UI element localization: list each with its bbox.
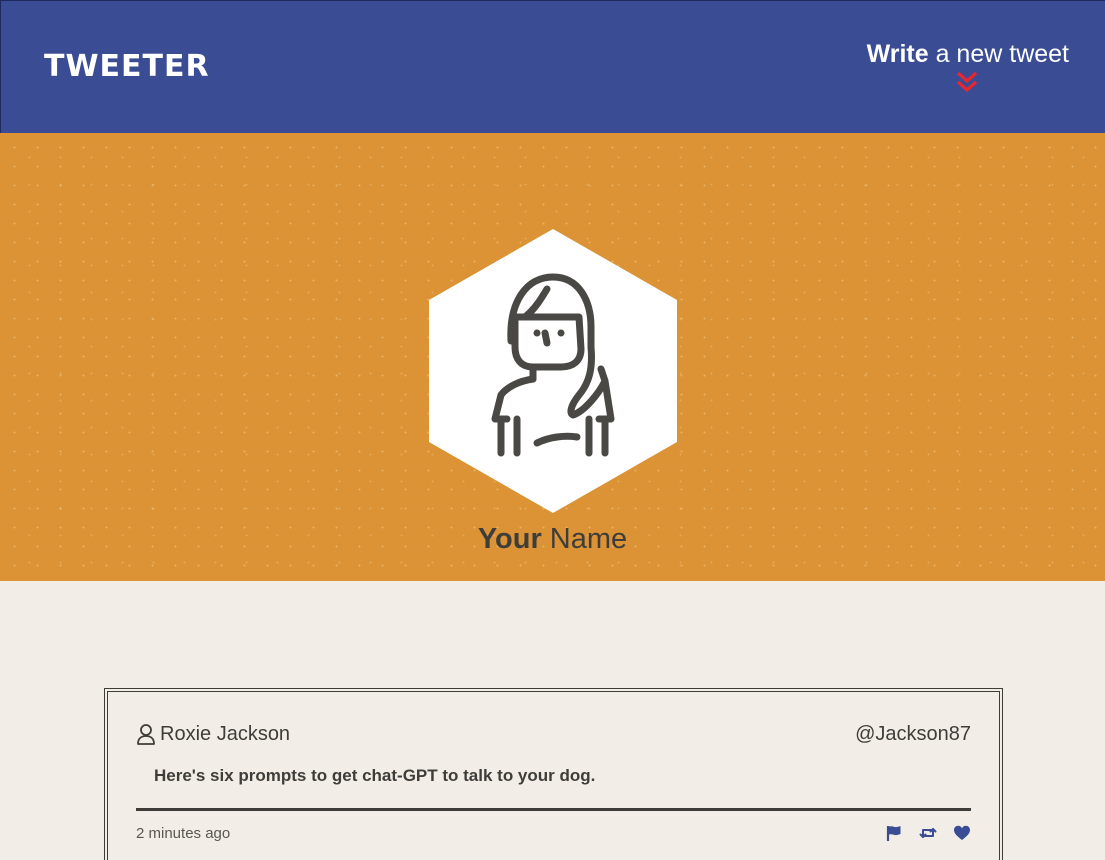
retweet-icon[interactable] [919, 824, 937, 842]
tweet-actions [885, 824, 971, 842]
flag-icon[interactable] [885, 824, 903, 842]
profile-name: Your Name [0, 521, 1105, 557]
tweet-divider [136, 808, 971, 811]
top-nav: TWEETER Write a new tweet [0, 0, 1105, 133]
double-chevron-down-icon[interactable] [954, 71, 980, 93]
tweet-text: Here's six prompts to get chat-GPT to ta… [154, 766, 596, 785]
compose-label-bold: Write [866, 40, 929, 68]
tweet-author-name: Roxie Jackson [160, 723, 291, 745]
user-icon [137, 724, 155, 745]
tweet-author: Roxie Jackson [136, 720, 290, 748]
tweet-handle: @Jackson87 [855, 723, 971, 745]
tweet-timestamp: 2 minutes ago [136, 825, 231, 842]
profile-header: Your Name [0, 133, 1105, 581]
tweet-card: Roxie Jackson @Jackson87 Here's six prom… [104, 688, 1003, 860]
profile-name-first: Your [477, 523, 542, 555]
profile-name-rest: Name [541, 523, 628, 555]
write-tweet-button[interactable]: Write a new tweet [867, 39, 1069, 93]
tweet-footer: 2 minutes ago [136, 822, 971, 848]
heart-icon[interactable] [953, 824, 971, 842]
compose-label-rest: a new tweet [928, 40, 1069, 68]
tweet-header: Roxie Jackson @Jackson87 [136, 720, 971, 748]
person-avatar-icon [429, 229, 677, 513]
brand-logo[interactable]: TWEETER [44, 49, 210, 85]
